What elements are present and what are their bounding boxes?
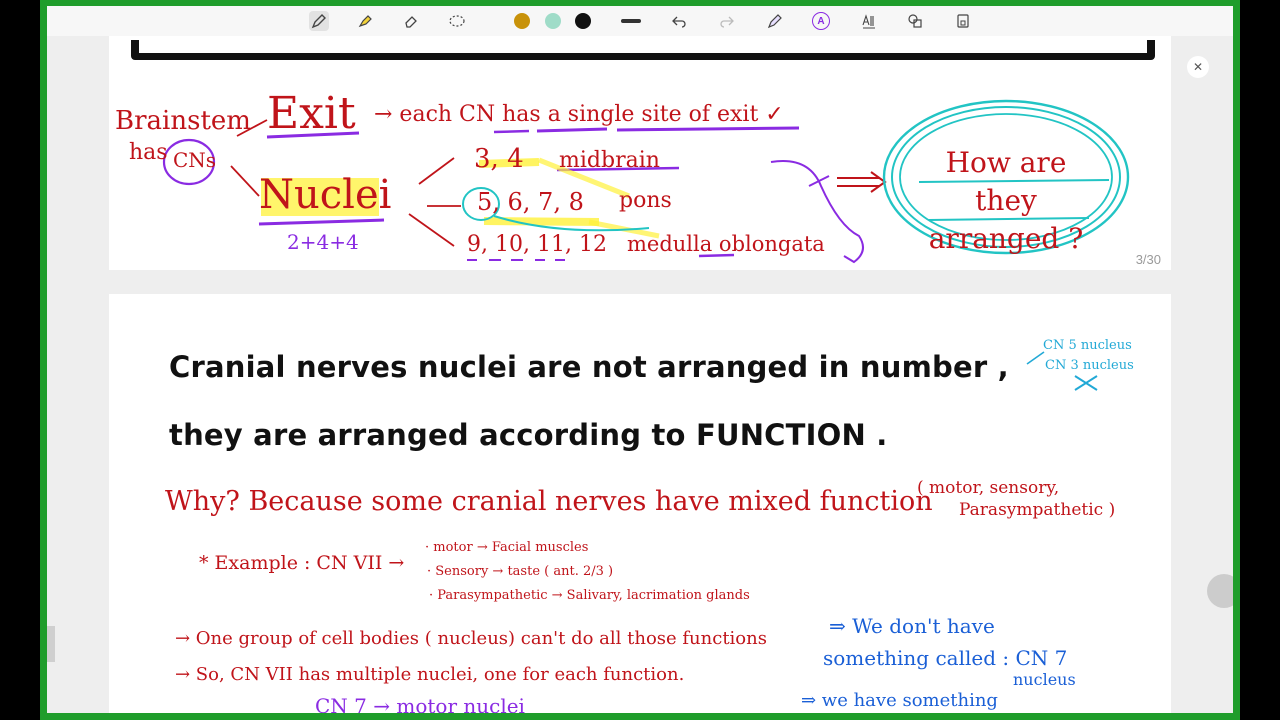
- pen-settings-icon[interactable]: [765, 11, 785, 31]
- side-note-cn3: CN 3 nucleus: [1045, 358, 1134, 373]
- eraser-icon[interactable]: [401, 11, 421, 31]
- blue-note-4: ⇒ we have something: [801, 690, 998, 711]
- green-border-bottom: [40, 713, 1240, 720]
- example-parasympathetic: · Parasympathetic → Salivary, lacrimatio…: [429, 588, 750, 603]
- example-sensory: · Sensory → taste ( ant. 2/3 ): [427, 564, 614, 579]
- nuclei-count: 2+4+4: [287, 230, 359, 254]
- why-paren-line2: Parasympathetic ): [959, 500, 1116, 520]
- point-one-group: → One group of cell bodies ( nucleus) ca…: [175, 628, 767, 649]
- exit-label: Exit: [267, 88, 356, 139]
- note-page-4[interactable]: Cranial nerves nuclei are not arranged i…: [109, 294, 1171, 713]
- green-border-left: [40, 0, 47, 720]
- note-page-3[interactable]: Brainstem has CNs Exit → each CN has a s…: [109, 36, 1171, 270]
- color-swatch-gold[interactable]: [512, 11, 532, 31]
- lasso-icon[interactable]: [447, 11, 467, 31]
- bottom-partial-note: CN 7 → motor nuclei: [315, 694, 525, 713]
- group-midbrain-numbers: 3, 4: [474, 144, 524, 174]
- brainstem-label: Brainstem: [115, 106, 251, 136]
- lock-icon[interactable]: [953, 11, 973, 31]
- pen-icon[interactable]: [309, 11, 329, 31]
- green-border-right: [1233, 0, 1240, 720]
- redo-icon[interactable]: [717, 11, 737, 31]
- collapse-icon[interactable]: ✕: [1187, 56, 1209, 78]
- group-medulla-location: medulla oblongata: [627, 232, 825, 256]
- text-select-icon[interactable]: [859, 11, 879, 31]
- question-note: How are they arranged ?: [928, 146, 1084, 255]
- has-label: has: [129, 140, 168, 165]
- cns-label: CNs: [173, 148, 217, 172]
- undo-icon[interactable]: [669, 11, 689, 31]
- group-pons-location: pons: [619, 188, 672, 213]
- line-width-icon[interactable]: [621, 11, 641, 31]
- color-swatch-black[interactable]: [573, 11, 593, 31]
- page-indicator: 3/30: [1135, 252, 1161, 267]
- why-note: Why? Because some cranial nerves have mi…: [165, 486, 933, 517]
- toolbar: A: [47, 6, 1233, 36]
- exit-description: → each CN has a single site of exit ✓: [374, 102, 784, 127]
- side-note-cn5: CN 5 nucleus: [1043, 338, 1132, 353]
- example-motor: · motor → Facial muscles: [425, 540, 589, 555]
- why-paren-line1: ( motor, sensory,: [917, 478, 1060, 498]
- highlighter-icon[interactable]: [355, 11, 375, 31]
- edit-fab-icon[interactable]: [1207, 574, 1233, 608]
- blue-note-1: ⇒ We don't have: [829, 614, 995, 638]
- text-recognition-icon[interactable]: A: [811, 11, 831, 31]
- notes-app: A Brainstem has CNs Exit → each CN has a…: [47, 6, 1233, 713]
- group-pons-numbers: 5, 6, 7, 8: [477, 188, 584, 216]
- video-frame: A Brainstem has CNs Exit → each CN has a…: [0, 0, 1280, 720]
- group-midbrain-location: midbrain: [559, 148, 660, 173]
- nuclei-label: Nuclei: [259, 172, 392, 218]
- side-panel-handle[interactable]: [47, 626, 55, 662]
- blue-note-3: nucleus: [1013, 670, 1076, 689]
- color-swatch-mint[interactable]: [543, 11, 563, 31]
- example-label: * Example : CN VII →: [199, 552, 405, 574]
- group-medulla-numbers: 9, 10, 11, 12: [467, 232, 607, 257]
- shapes-icon[interactable]: [905, 11, 925, 31]
- blue-note-2: something called : CN 7: [823, 646, 1068, 670]
- point-multiple-nuclei: → So, CN VII has multiple nuclei, one fo…: [175, 664, 685, 685]
